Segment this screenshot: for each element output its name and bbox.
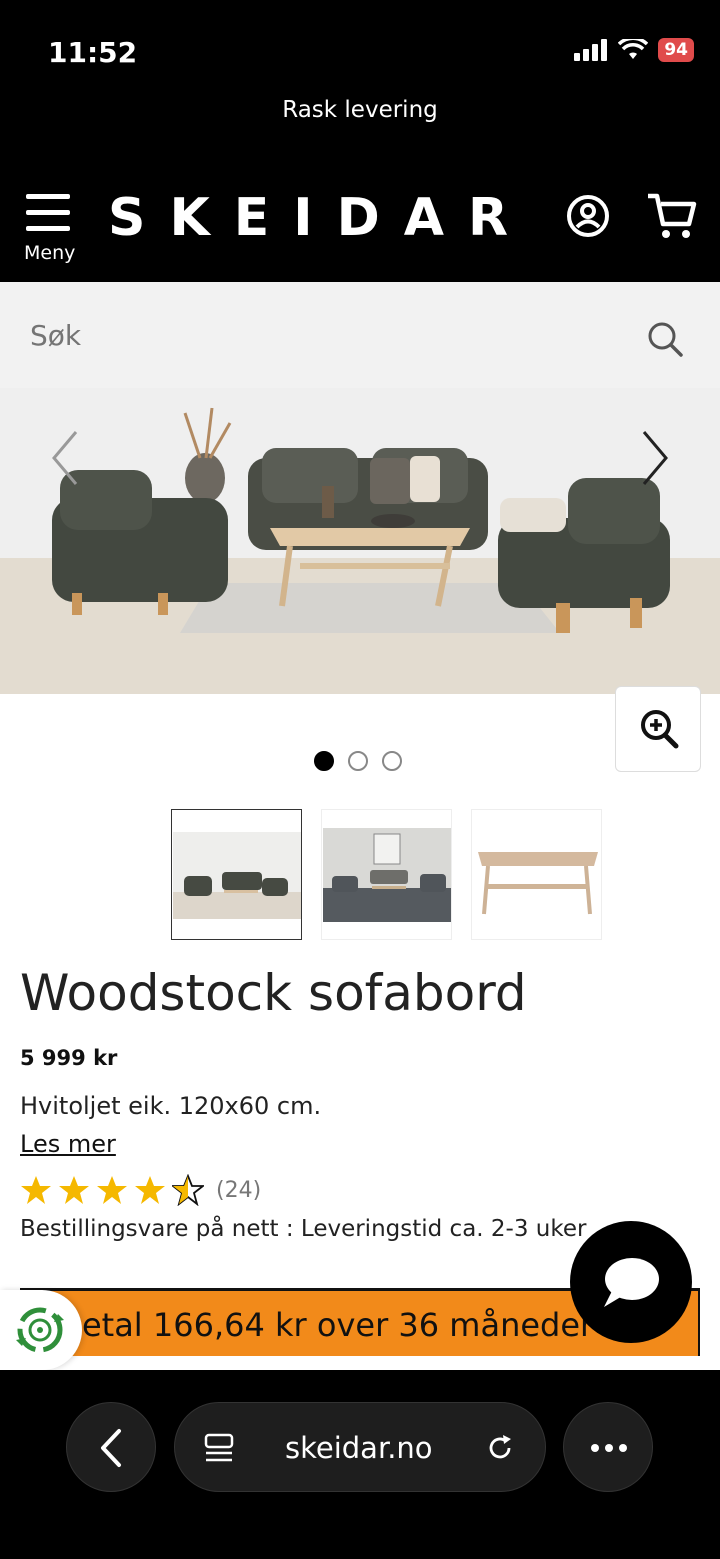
carousel-dot[interactable]: [348, 751, 368, 771]
product-rating[interactable]: (24): [20, 1174, 261, 1206]
thumbnail-3[interactable]: [471, 809, 602, 940]
zoom-button[interactable]: [615, 686, 701, 772]
review-count: (24): [216, 1177, 262, 1203]
signal-icon: [574, 39, 608, 61]
site-logo[interactable]: SKEIDAR: [108, 188, 532, 248]
browser-toolbar: skeidar.no: [0, 1370, 720, 1559]
tabs-icon[interactable]: [203, 1431, 237, 1465]
thumbnail-2[interactable]: [321, 809, 452, 940]
menu-label: Meny: [24, 242, 76, 264]
living-room-scene: [0, 388, 720, 694]
star-icon: [21, 1176, 51, 1204]
product-title: Woodstock sofabord: [20, 964, 527, 1022]
chat-icon: [604, 1258, 659, 1307]
cart-icon[interactable]: [646, 192, 698, 240]
status-icons: 94: [574, 38, 694, 62]
availability-text: Bestillingsvare på nett : Leveringstid c…: [20, 1216, 587, 1242]
product-hero-image[interactable]: [0, 388, 720, 694]
carousel-dots: [314, 751, 402, 771]
star-icon: [135, 1176, 165, 1204]
half-star-icon: [172, 1174, 204, 1206]
chat-button[interactable]: [570, 1221, 692, 1343]
search-input[interactable]: [30, 312, 590, 358]
url-bar[interactable]: skeidar.no: [174, 1402, 546, 1492]
chevron-right-icon[interactable]: [634, 428, 674, 488]
read-more-link[interactable]: Les mer: [20, 1130, 116, 1158]
thumbnail-strip: [171, 809, 602, 940]
star-icon: [59, 1176, 89, 1204]
promo-text: Rask levering: [282, 97, 438, 123]
recycle-badge[interactable]: [0, 1290, 82, 1370]
zoom-in-icon: [641, 710, 679, 749]
status-time: 11:52: [48, 36, 138, 69]
product-price: 5 999 kr: [20, 1046, 118, 1070]
status-bar: 11:52 94: [0, 0, 720, 90]
product-description: Hvitoljet eik. 120x60 cm.: [20, 1092, 322, 1120]
reload-icon[interactable]: [483, 1431, 517, 1465]
recycle-icon: [16, 1307, 64, 1353]
url-text: skeidar.no: [285, 1431, 433, 1465]
carousel-dot[interactable]: [382, 751, 402, 771]
search-icon[interactable]: [646, 320, 684, 358]
back-icon: [101, 1429, 121, 1467]
promo-bar: Rask levering: [0, 90, 720, 150]
menu-icon: [26, 194, 70, 232]
more-button[interactable]: [563, 1402, 653, 1492]
more-icon: [591, 1444, 627, 1452]
star-icon: [97, 1176, 127, 1204]
site-header: Meny SKEIDAR: [0, 150, 720, 282]
thumbnail-1[interactable]: [171, 809, 302, 940]
back-button[interactable]: [66, 1402, 156, 1492]
carousel-dot[interactable]: [314, 751, 334, 771]
menu-button[interactable]: Meny: [22, 194, 78, 274]
wifi-icon: [618, 39, 649, 59]
search-bar: [0, 282, 720, 388]
account-icon[interactable]: [566, 194, 610, 238]
chevron-left-icon[interactable]: [46, 428, 86, 488]
finance-text: Betal 166,64 kr over 36 måneder: [60, 1306, 594, 1344]
battery-indicator: 94: [658, 38, 694, 62]
